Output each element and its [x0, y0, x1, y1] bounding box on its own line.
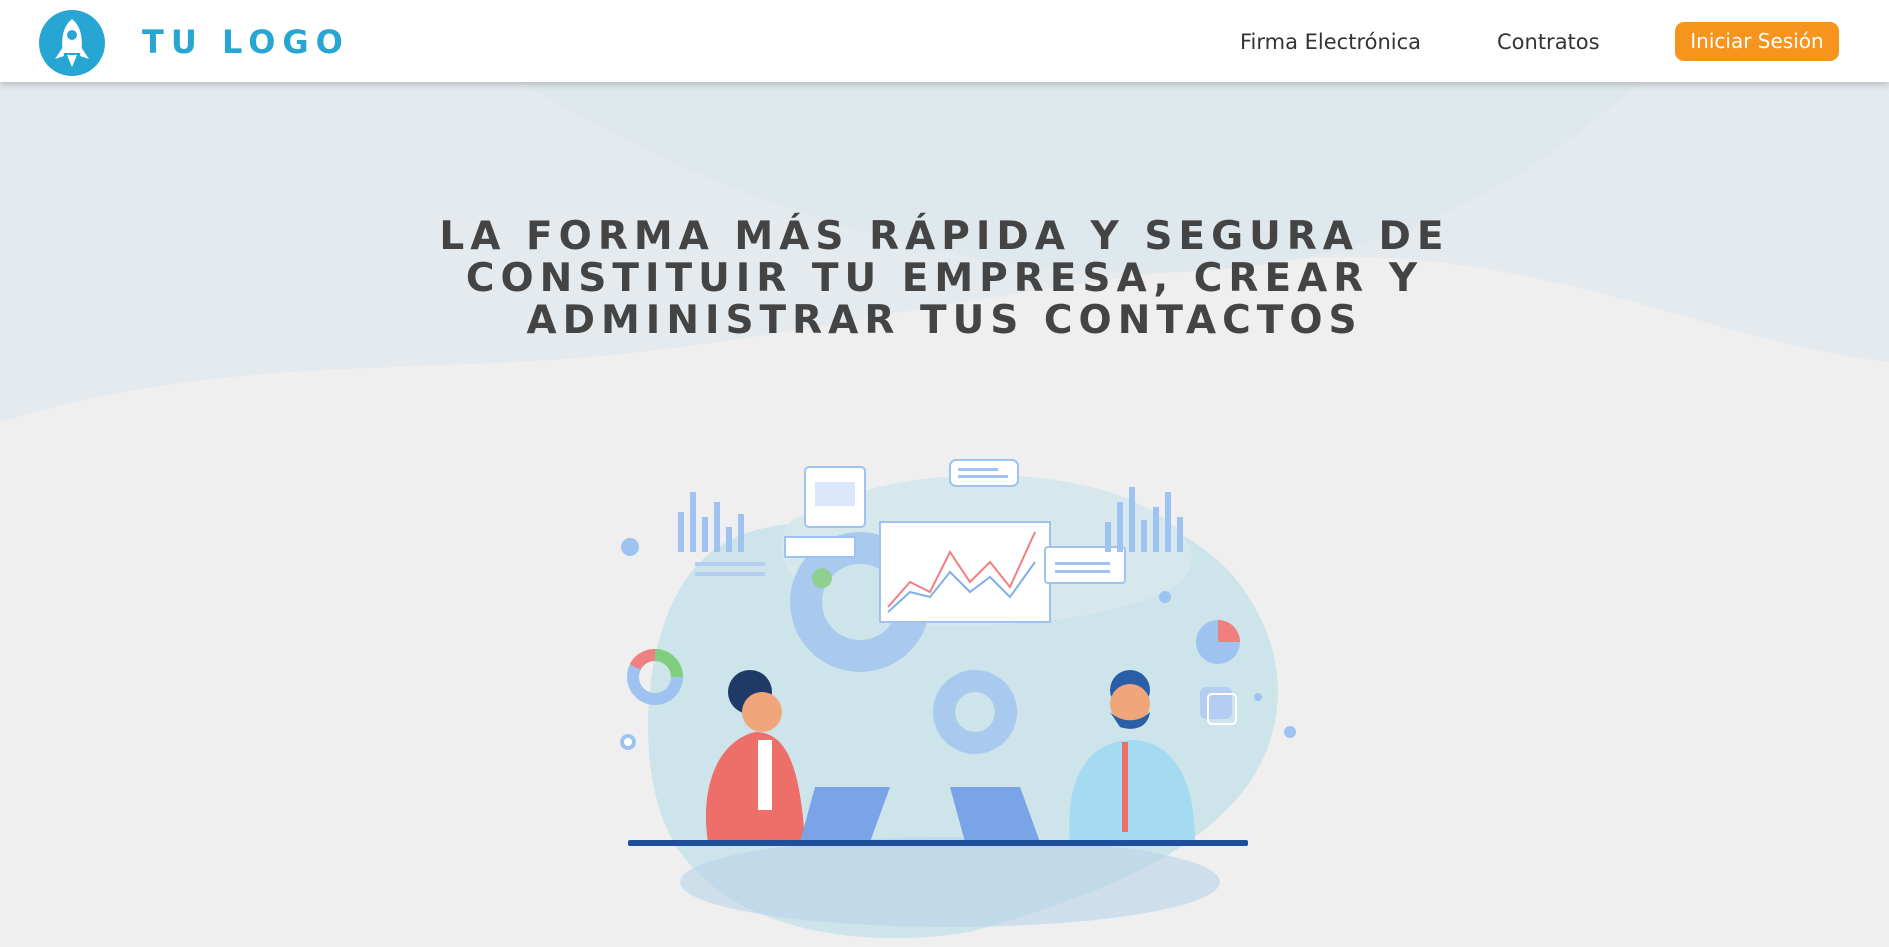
nav-link-firma-electronica[interactable]: Firma Electrónica [1240, 29, 1421, 55]
site-header: TU LOGO Firma Electrónica Contratos Inic… [0, 0, 1889, 82]
nav-link-contratos[interactable]: Contratos [1497, 29, 1600, 55]
hero-headline: LA FORMA MÁS RÁPIDA Y SEGURA DE CONSTITU… [439, 214, 1450, 343]
business-illustration [620, 459, 1296, 939]
logo-text[interactable]: TU LOGO [142, 22, 350, 62]
hero-section: LA FORMA MÁS RÁPIDA Y SEGURA DE CONSTITU… [0, 82, 1889, 947]
rocket-logo-icon[interactable] [38, 9, 106, 77]
login-button[interactable]: Iniciar Sesión [1675, 22, 1839, 61]
